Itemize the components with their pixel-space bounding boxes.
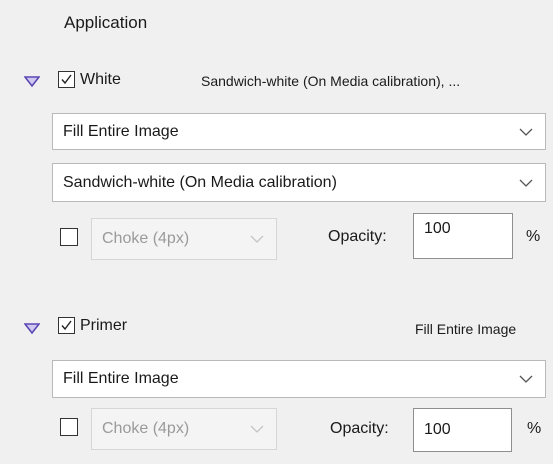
primer-collapse-toggle[interactable] (23, 322, 41, 340)
white-opacity-label: Opacity: (328, 228, 387, 245)
checkmark-icon (61, 74, 72, 85)
primer-fill-select[interactable]: Fill Entire Image (52, 360, 546, 398)
white-percent-sign: % (526, 228, 541, 245)
primer-opacity-input[interactable]: 100 (413, 408, 512, 452)
white-profile-value: Sandwich-white (On Media calibration) (63, 174, 337, 191)
primer-opacity-label: Opacity: (330, 420, 389, 437)
white-opacity-input[interactable]: 100 (413, 213, 513, 259)
primer-summary: Fill Entire Image (415, 321, 517, 337)
white-choke-value: Choke (4px) (102, 230, 190, 247)
chevron-down-icon (250, 235, 264, 243)
section-heading: Application (64, 13, 148, 32)
chevron-down-icon (519, 375, 533, 383)
primer-fill-value: Fill Entire Image (63, 370, 179, 387)
primer-percent-sign: % (527, 420, 542, 437)
white-fill-select[interactable]: Fill Entire Image (52, 113, 546, 150)
white-opacity-value: 100 (424, 220, 451, 237)
primer-choke-value: Choke (4px) (102, 420, 190, 437)
chevron-down-icon (519, 179, 533, 187)
white-profile-select[interactable]: Sandwich-white (On Media calibration) (52, 163, 546, 202)
white-choke-checkbox[interactable] (60, 228, 78, 246)
white-collapse-toggle[interactable] (23, 75, 41, 93)
white-label: White (80, 71, 121, 88)
primer-opacity-value: 100 (424, 421, 451, 438)
white-fill-value: Fill Entire Image (63, 123, 179, 140)
checkmark-icon (61, 320, 72, 331)
primer-choke-checkbox[interactable] (60, 418, 78, 436)
collapse-triangle-icon (23, 323, 41, 335)
white-checkbox[interactable] (58, 71, 75, 88)
primer-label: Primer (80, 317, 128, 334)
chevron-down-icon (250, 425, 264, 433)
primer-checkbox[interactable] (58, 317, 75, 334)
white-summary: Sandwich-white (On Media calibration), .… (201, 73, 461, 89)
chevron-down-icon (519, 128, 533, 136)
white-choke-select[interactable]: Choke (4px) (91, 218, 277, 260)
primer-choke-select[interactable]: Choke (4px) (91, 408, 277, 450)
collapse-triangle-icon (23, 76, 41, 88)
